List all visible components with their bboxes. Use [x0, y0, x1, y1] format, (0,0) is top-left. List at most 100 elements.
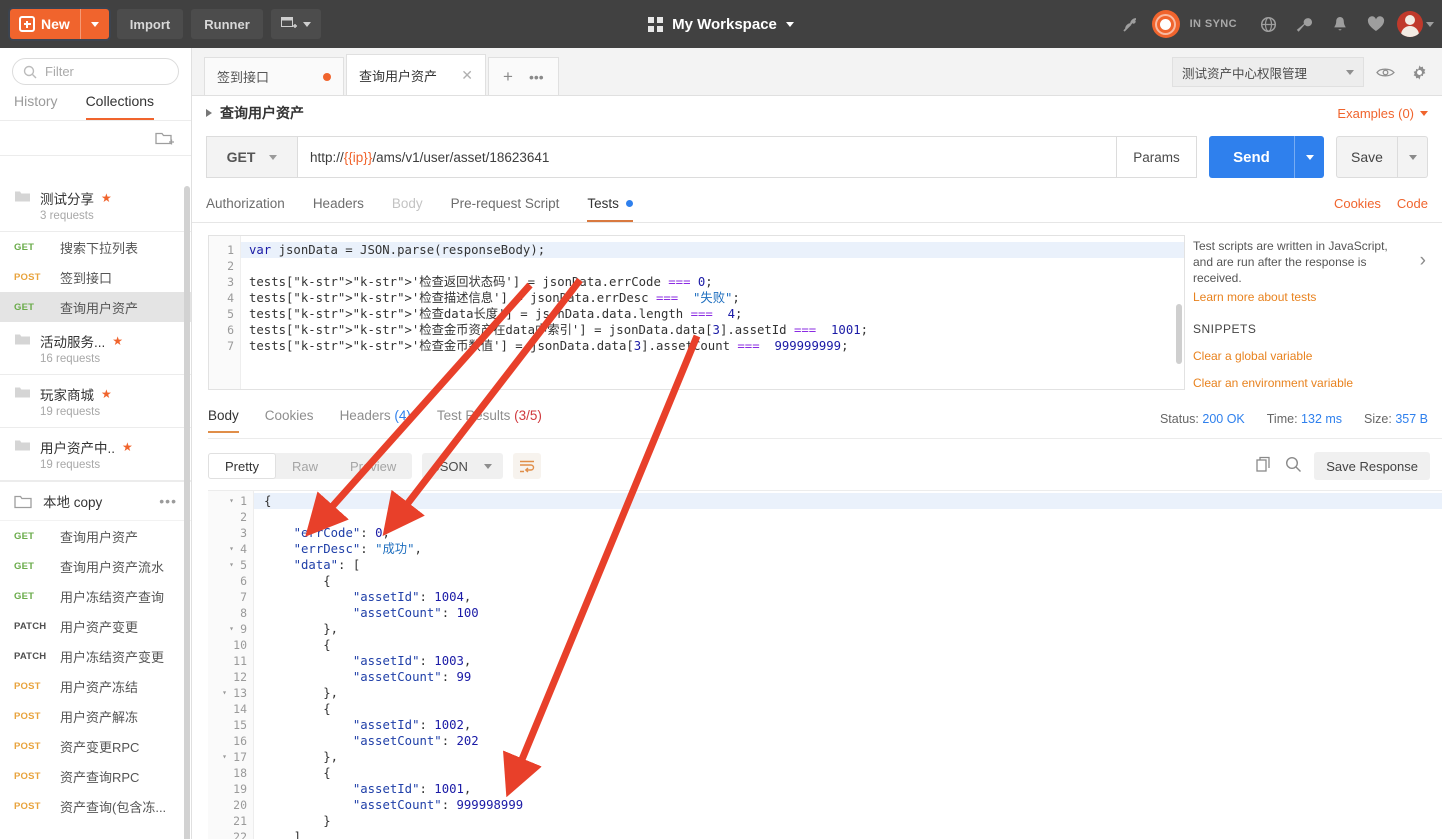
- workspace-selector[interactable]: My Workspace: [648, 16, 794, 33]
- response-tab-headers[interactable]: Headers (4): [340, 408, 411, 431]
- sidebar-request-item-selected[interactable]: GET 查询用户资产: [0, 292, 191, 322]
- line-number: 6: [227, 323, 234, 337]
- globe-icon[interactable]: [1253, 9, 1283, 39]
- tab-more-button[interactable]: •••: [529, 69, 544, 85]
- snippet-clear-environment-variable[interactable]: Clear an environment variable: [1193, 376, 1434, 390]
- save-response-button[interactable]: Save Response: [1314, 452, 1430, 480]
- sidebar-request-item[interactable]: POST 资产查询(包含冻...: [0, 791, 191, 821]
- line-number-row: 10: [233, 638, 247, 652]
- examples-dropdown[interactable]: Examples (0): [1337, 106, 1428, 121]
- bell-icon[interactable]: [1325, 9, 1355, 39]
- response-body-view[interactable]: ▾ 1 2 3 ▾ 4 ▾ 5 6 7 8 ▾ 9 10 11 12 ▾ 13 14 15…: [208, 490, 1442, 839]
- sidebar-request-item[interactable]: POST 用户资产解冻: [0, 701, 191, 731]
- response-format-select[interactable]: JSON: [422, 453, 503, 479]
- request-tab[interactable]: 签到接口: [204, 57, 344, 95]
- sync-status-icon[interactable]: [1151, 10, 1180, 38]
- runner-button[interactable]: Runner: [191, 9, 263, 39]
- sidebar-request-item[interactable]: PATCH 用户冻结资产变更: [0, 641, 191, 671]
- method-select-value: GET: [226, 149, 256, 165]
- editor-code[interactable]: var jsonData = JSON.parse(responseBody);…: [241, 236, 1184, 389]
- response-tab-test-results[interactable]: Test Results (3/5): [437, 408, 542, 431]
- search-input[interactable]: Filter: [12, 58, 179, 85]
- view-mode-pretty[interactable]: Pretty: [208, 453, 276, 479]
- import-button[interactable]: Import: [116, 9, 184, 39]
- star-icon: ★: [112, 334, 124, 348]
- tab-headers[interactable]: Headers: [313, 196, 364, 222]
- request-title-wrap[interactable]: 查询用户资产: [206, 103, 304, 123]
- collection-item[interactable]: 玩家商城 ★ 19 requests: [0, 375, 191, 428]
- new-button-dropdown[interactable]: [79, 9, 109, 39]
- search-response-icon[interactable]: [1285, 456, 1302, 476]
- learn-more-link[interactable]: Learn more about tests: [1193, 290, 1434, 304]
- sidebar-tab-collections[interactable]: Collections: [85, 93, 155, 120]
- collection-item[interactable]: 用户资产中.. ★ 19 requests: [0, 428, 191, 481]
- response-tab-cookies[interactable]: Cookies: [265, 408, 314, 431]
- save-dropdown[interactable]: [1398, 136, 1428, 178]
- snippet-clear-global-variable[interactable]: Clear a global variable: [1193, 349, 1434, 363]
- word-wrap-icon[interactable]: [512, 453, 541, 479]
- eye-icon[interactable]: [1372, 58, 1398, 86]
- sidebar-request-item[interactable]: GET 用户冻结资产查询: [0, 581, 191, 611]
- line-number-row: 3: [240, 526, 247, 540]
- sidebar-request-item[interactable]: POST 资产查询RPC: [0, 761, 191, 791]
- line-number-row: ▾ 1: [229, 494, 247, 508]
- tab-authorization[interactable]: Authorization: [206, 196, 285, 222]
- response-tab-body[interactable]: Body: [208, 408, 239, 433]
- send-dropdown[interactable]: [1294, 136, 1324, 178]
- sidebar-request-item[interactable]: GET 查询用户资产: [0, 521, 191, 551]
- view-mode-raw[interactable]: Raw: [276, 453, 334, 479]
- collection-item[interactable]: 活动服务... ★ 16 requests: [0, 322, 191, 375]
- cookies-link[interactable]: Cookies: [1334, 196, 1381, 211]
- grid-icon: [648, 16, 664, 32]
- sidebar-request-item[interactable]: POST 签到接口: [0, 262, 191, 292]
- test-script-editor[interactable]: 1 2 3 4 5 6 7 var jsonData = JSON.parse(…: [208, 235, 1185, 390]
- save-button[interactable]: Save: [1336, 136, 1398, 178]
- sidebar-tab-history[interactable]: History: [14, 93, 58, 120]
- star-icon: ★: [101, 191, 112, 205]
- wrench-icon[interactable]: [1289, 9, 1319, 39]
- request-method: GET: [14, 560, 35, 572]
- close-icon[interactable]: ✕: [461, 67, 473, 84]
- line-number-row: 14: [233, 702, 247, 716]
- copy-icon[interactable]: [1256, 456, 1273, 476]
- folder-item-local-copy[interactable]: 本地 copy •••: [0, 481, 191, 521]
- sidebar-request-item[interactable]: GET 查询用户资产流水: [0, 551, 191, 581]
- sidebar-request-item[interactable]: GET 搜索下拉列表: [0, 232, 191, 262]
- user-menu[interactable]: [1397, 11, 1434, 37]
- sidebar-scrollbar[interactable]: [184, 186, 190, 839]
- tab-body[interactable]: Body: [392, 196, 423, 222]
- response-divider: [208, 438, 1442, 439]
- tab-pre-request-script[interactable]: Pre-request Script: [451, 196, 560, 222]
- snippets-panel: Test scripts are written in JavaScript, …: [1193, 238, 1434, 390]
- gear-icon[interactable]: [1406, 58, 1432, 86]
- environment-select[interactable]: 测试资产中心权限管理: [1172, 57, 1364, 87]
- expand-triangle-icon[interactable]: [206, 109, 212, 117]
- collection-item[interactable]: 测试分享 ★ 3 requests: [0, 179, 191, 232]
- sidebar-request-item[interactable]: PATCH 用户资产变更: [0, 611, 191, 641]
- editor-scrollbar[interactable]: [1176, 304, 1182, 364]
- sidebar-request-item[interactable]: POST 资产变更RPC: [0, 731, 191, 761]
- folder-more-icon[interactable]: •••: [159, 493, 177, 509]
- heart-icon[interactable]: [1361, 9, 1391, 39]
- code-line-5: tests["k-str">"k-str">'检查金币资产在data中索引': [249, 323, 580, 337]
- method-select[interactable]: GET: [206, 136, 298, 178]
- params-button[interactable]: Params: [1117, 136, 1197, 178]
- new-button[interactable]: New: [10, 9, 109, 39]
- request-tab-active[interactable]: 查询用户资产 ✕: [346, 54, 486, 95]
- folder-icon: [15, 334, 30, 345]
- add-tab-button[interactable]: +: [503, 67, 513, 87]
- send-button[interactable]: Send: [1209, 136, 1294, 178]
- new-window-button[interactable]: [270, 9, 321, 39]
- tab-tests[interactable]: Tests: [587, 196, 633, 222]
- response-body-json[interactable]: { "errCode": 0, "errDesc": "成功", "data":…: [254, 491, 1442, 839]
- request-method: GET: [14, 241, 35, 253]
- url-input[interactable]: http://{{ip}}/ams/v1/user/asset/18623641: [298, 136, 1117, 178]
- request-method: POST: [14, 770, 41, 782]
- antenna-icon[interactable]: [1116, 9, 1146, 39]
- collection-request-count: 3 requests: [40, 210, 94, 222]
- code-link[interactable]: Code: [1397, 196, 1428, 211]
- sidebar-request-item[interactable]: POST 用户资产冻结: [0, 671, 191, 701]
- view-mode-preview[interactable]: Preview: [334, 453, 412, 479]
- chevron-right-icon[interactable]: ›: [1420, 250, 1426, 272]
- new-folder-icon[interactable]: [155, 130, 175, 147]
